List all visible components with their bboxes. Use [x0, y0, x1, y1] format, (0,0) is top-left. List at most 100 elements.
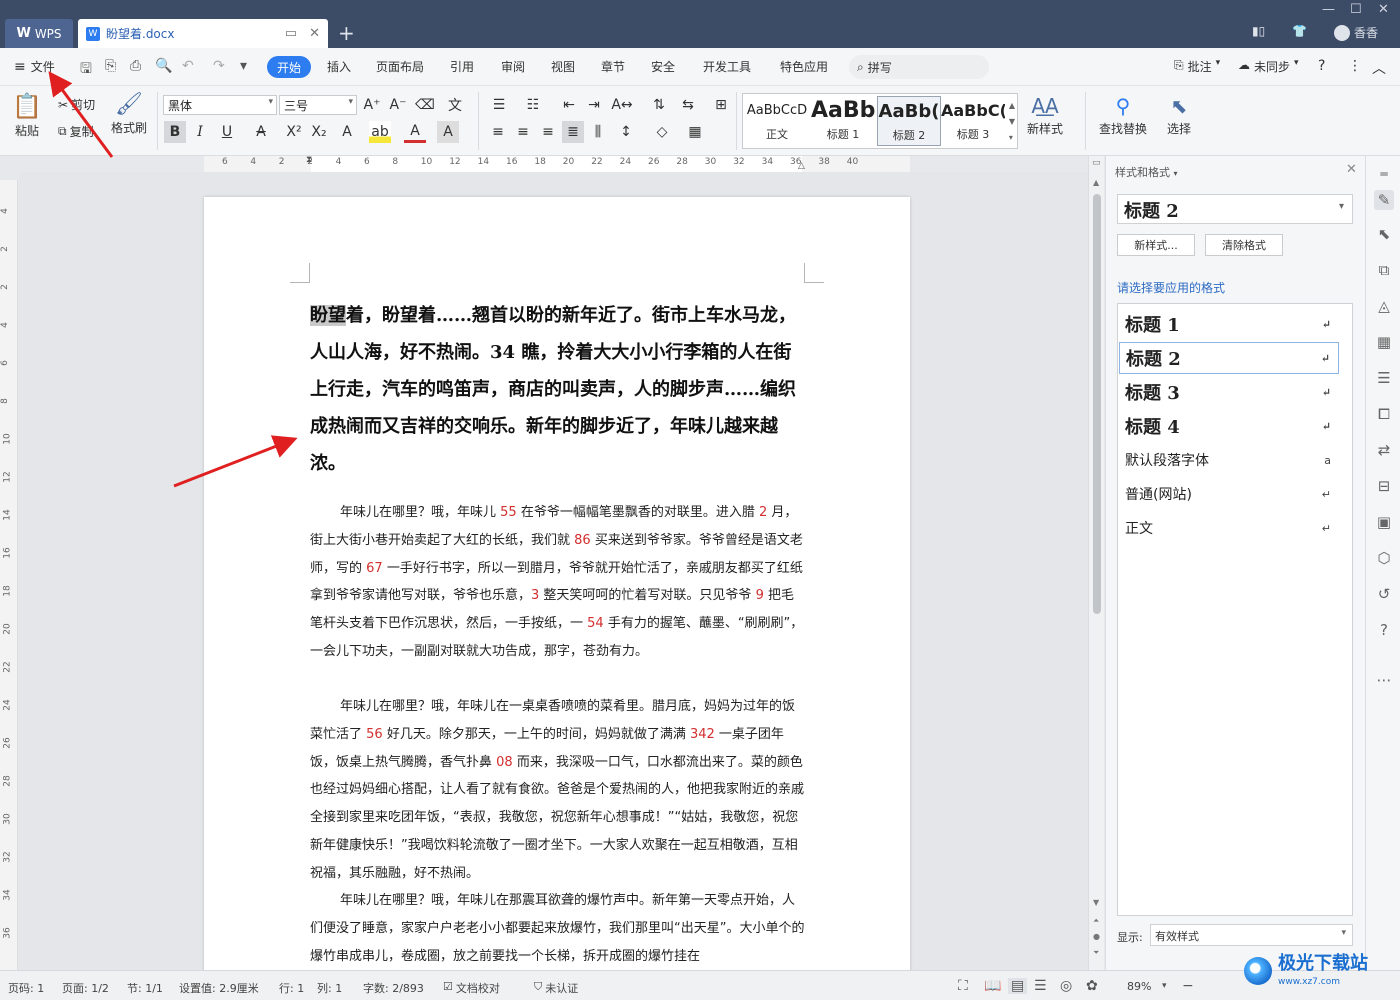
status-row[interactable]: 行: 1 — [279, 980, 304, 996]
style-heading-1[interactable]: AaBb 标题 1 — [811, 96, 875, 146]
print-preview-icon[interactable]: 🔍 — [155, 58, 172, 74]
image-icon[interactable]: ▣ — [1374, 512, 1394, 532]
style-list-item[interactable]: 默认段落字体 a — [1119, 444, 1339, 476]
italic-button[interactable]: I — [189, 121, 211, 143]
justify-icon[interactable]: ≣ — [562, 121, 584, 143]
heading-paragraph[interactable]: 盼望着，盼望着……翘首以盼的新年近了。街市上车水马龙，人山人海，好不热闹。34 … — [310, 297, 806, 482]
more-icon[interactable]: ⋯ — [1374, 670, 1394, 690]
vertical-scrollbar[interactable]: ▭ ▲ ▼ ⏶ ● ⏷ — [1088, 156, 1104, 970]
cut-button[interactable]: ✂ 剪切 — [58, 96, 95, 113]
eraser-icon[interactable]: ⌫ — [414, 94, 436, 116]
table-icon[interactable]: ▦ — [1374, 332, 1394, 352]
select-button[interactable]: ⬉ 选择 — [1167, 94, 1191, 137]
show-filter-select[interactable]: 有效样式 ▾ — [1150, 924, 1353, 946]
style-list-item[interactable]: 普通(网站) ↵ — [1119, 478, 1339, 510]
font-size-select[interactable]: 三号 ▾ — [279, 95, 357, 115]
superscript-button[interactable]: X² — [283, 121, 305, 143]
new-style-button[interactable]: 新样式... — [1117, 234, 1195, 256]
style-list-item[interactable]: 标题 2 ↵ — [1119, 342, 1339, 374]
page-view-icon[interactable]: ▤ — [1008, 978, 1028, 994]
proofread-button[interactable]: ☑ 文档校对 — [443, 980, 500, 996]
font-color-icon[interactable]: A — [404, 121, 426, 143]
decrease-indent-icon[interactable]: ⇤ — [558, 94, 580, 116]
increase-indent-icon[interactable]: ⇥ — [583, 94, 605, 116]
select-browse-icon[interactable]: ● — [1093, 932, 1100, 941]
scroll-down-icon[interactable]: ▼ — [1093, 898, 1099, 907]
clear-format-button[interactable]: 清除格式 — [1205, 234, 1283, 256]
vertical-ruler[interactable]: 4 2 2 4 6 8 10 12 14 16 18 20 22 24 26 28 30 32 34 36 — [0, 180, 18, 970]
char-shading-icon[interactable]: A — [437, 121, 459, 143]
gallery-icon[interactable]: ⧠ — [1374, 404, 1394, 424]
monitor-icon[interactable]: ▭ — [285, 26, 297, 41]
align-center-icon[interactable]: ≡ — [512, 121, 534, 143]
minimize-icon[interactable]: — — [1322, 2, 1335, 17]
shading-icon[interactable]: ◇ — [651, 121, 673, 143]
sort-icon[interactable]: ⇅ — [648, 94, 670, 116]
select-pointer-icon[interactable]: ⬉ — [1374, 224, 1394, 244]
shrink-font-icon[interactable]: A⁻ — [387, 94, 409, 116]
style-normal[interactable]: AaBbCcD 正文 — [745, 96, 809, 146]
status-setting[interactable]: 设置值: 2.9厘米 — [179, 980, 259, 996]
fullscreen-icon[interactable]: ⛶ — [958, 978, 968, 994]
status-page-number[interactable]: 页码: 1 — [8, 980, 44, 996]
new-style-button[interactable]: A͟A 新样式 — [1027, 94, 1063, 137]
tab-review[interactable]: 审阅 — [501, 58, 525, 75]
format-painter-button[interactable]: 🖌 格式刷 — [111, 92, 147, 136]
save-icon[interactable]: 🖫 — [80, 58, 92, 82]
shapes-icon[interactable]: ⧉ — [1374, 260, 1394, 280]
comment-button[interactable]: ⎘ 批注 ▾ — [1174, 58, 1220, 75]
bold-button[interactable]: B — [164, 121, 186, 143]
style-pen-icon[interactable]: ✎ — [1374, 190, 1394, 210]
style-list-item[interactable]: 标题 1 ↵ — [1119, 308, 1339, 340]
file-menu[interactable]: ≡ 文件 — [14, 58, 55, 75]
line-spacing-icon[interactable]: ↕ — [615, 121, 637, 143]
indent-marker-icon[interactable]: ⧗ — [306, 155, 312, 165]
print-icon[interactable]: ⎙ — [130, 58, 141, 74]
borders-icon[interactable]: ▦ — [684, 121, 706, 143]
tab-security[interactable]: 安全 — [651, 58, 675, 75]
style-heading-2[interactable]: AaBb( 标题 2 — [877, 96, 941, 146]
archive-icon[interactable]: ⊟ — [1374, 476, 1394, 496]
tab-view[interactable]: 视图 — [551, 58, 575, 75]
certification-status[interactable]: ⛉ 未认证 — [534, 980, 578, 996]
font-family-select[interactable]: 黑体 ▾ — [163, 95, 277, 115]
copy-button[interactable]: ⧉ 复制 — [58, 123, 94, 140]
scroll-up-icon[interactable]: ▲ — [1093, 178, 1099, 187]
styles-panel-title[interactable]: 样式和格式 ▾ — [1115, 164, 1178, 180]
underline-button[interactable]: U — [216, 121, 238, 143]
split-icon[interactable]: ▭ — [1092, 158, 1101, 168]
align-left-icon[interactable]: ≡ — [487, 121, 509, 143]
tab-developer[interactable]: 开发工具 — [703, 58, 751, 75]
status-section[interactable]: 节: 1/1 — [127, 980, 163, 996]
highlight-icon[interactable]: ab — [369, 121, 391, 143]
tile-windows-icon[interactable]: ▮▯ — [1252, 24, 1265, 38]
align-right-icon[interactable]: ≡ — [537, 121, 559, 143]
style-list-item[interactable]: 标题 3 ↵ — [1119, 376, 1339, 408]
status-word-count[interactable]: 字数: 2/893 — [363, 980, 424, 996]
new-tab-button[interactable]: + — [338, 21, 355, 45]
tab-start[interactable]: 开始 — [267, 56, 311, 78]
text-effect-icon[interactable]: A — [336, 121, 358, 143]
zoom-out-icon[interactable]: − — [1182, 978, 1194, 994]
text-fill-icon[interactable]: ◬ — [1374, 296, 1394, 316]
paragraph-marks-icon[interactable]: ⇆ — [677, 94, 699, 116]
tab-chapter[interactable]: 章节 — [601, 58, 625, 75]
shield-icon[interactable]: ⬡ — [1374, 548, 1394, 568]
style-list-item[interactable]: 标题 4 ↵ — [1119, 410, 1339, 442]
status-page[interactable]: 页面: 1/2 — [62, 980, 109, 996]
tab-special-apps[interactable]: 特色应用 — [780, 58, 828, 75]
wps-home-tab[interactable]: W WPS — [5, 19, 73, 48]
close-window-icon[interactable]: ✕ — [1378, 2, 1389, 17]
right-indent-marker-icon[interactable]: △ — [798, 161, 805, 171]
skin-icon[interactable]: 👕 — [1292, 24, 1307, 38]
document-area[interactable]: 盼望着，盼望着……翘首以盼的新年近了。街市上车水马龙，人山人海，好不热闹。34 … — [19, 172, 1088, 970]
customize-dropdown-icon[interactable]: ▾ — [240, 58, 247, 74]
eye-protect-icon[interactable]: ✿ — [1086, 978, 1098, 994]
outline-view-icon[interactable]: ☰ — [1034, 978, 1047, 994]
export-icon[interactable]: ⎘ — [105, 58, 116, 74]
maximize-icon[interactable]: ☐ — [1350, 2, 1362, 17]
close-tab-icon[interactable]: ✕ — [309, 26, 320, 41]
strikethrough-button[interactable]: A — [250, 121, 272, 143]
style-heading-3[interactable]: AaBbC( 标题 3 — [941, 96, 1005, 146]
reading-mode-icon[interactable]: 📖 — [984, 978, 1001, 994]
